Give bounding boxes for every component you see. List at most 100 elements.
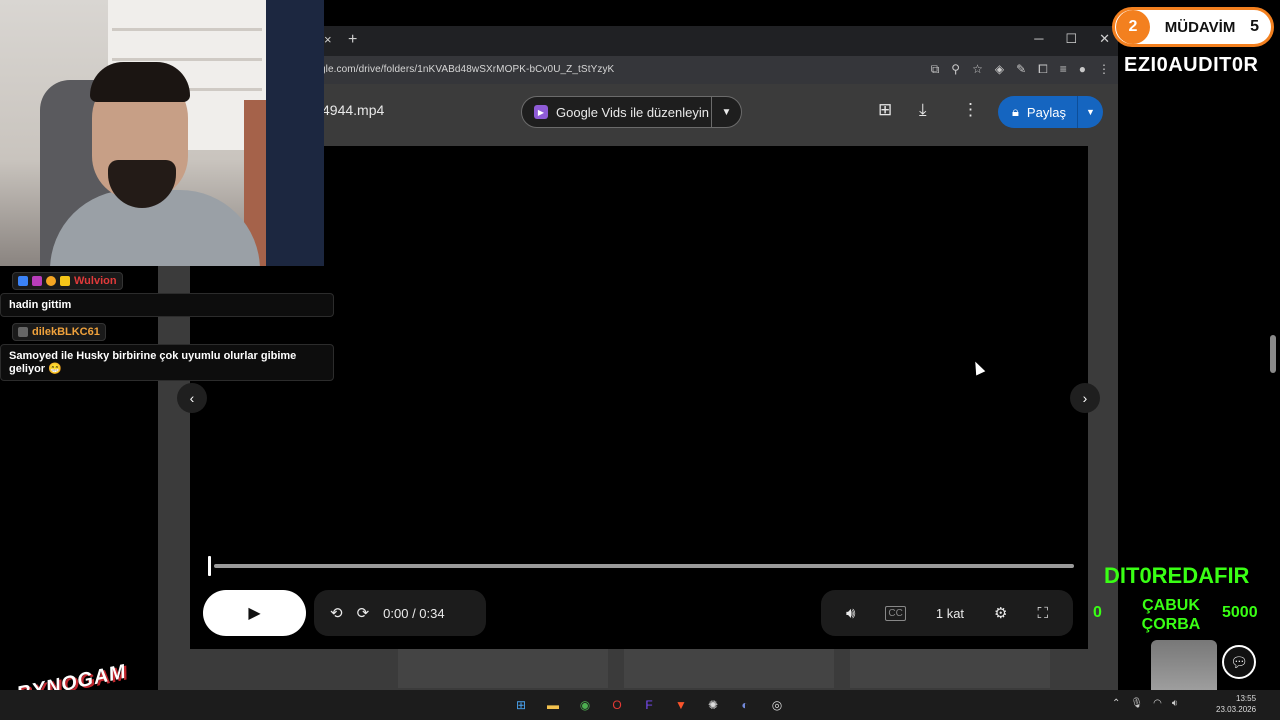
mudavim-count: 5 bbox=[1250, 18, 1259, 35]
mudavim-widget: 2 MÜDAVİM 5 bbox=[1112, 7, 1274, 47]
share-button[interactable]: 🔒︎ Paylaş ▼ bbox=[998, 96, 1103, 128]
close-window-icon[interactable]: ✕ bbox=[1099, 31, 1110, 47]
chat-user-tag: Wulvion bbox=[12, 272, 123, 290]
chat-username: dilekBLKC61 bbox=[32, 326, 100, 338]
auditor-name: EZI0AUDIT0R bbox=[1124, 54, 1259, 76]
profile-avatar-icon[interactable]: ● bbox=[1079, 62, 1086, 77]
screen: × + ─ ☐ ✕ gle.com/drive/folders/1nKVABd4… bbox=[0, 0, 1280, 720]
person-hair bbox=[90, 62, 190, 102]
new-tab-icon[interactable]: + bbox=[348, 31, 357, 49]
opera-icon[interactable]: O bbox=[606, 694, 628, 716]
file-thumbnail bbox=[398, 648, 608, 688]
chat-user-tag: dilekBLKC61 bbox=[12, 323, 106, 341]
chevron-down-icon[interactable]: ▼ bbox=[712, 107, 741, 118]
lock-icon: 🔒︎ bbox=[1012, 104, 1019, 119]
file-thumbnail bbox=[850, 648, 1050, 688]
browser-menu-icon[interactable]: ⋮ bbox=[1098, 62, 1110, 77]
taskbar: ⊞ ▬ ◉ O F ▼ ✺ ◐ ◎ ⌃ 🎙︎ ◠ 🔉︎ 13:55 23.03.… bbox=[0, 690, 1280, 720]
bookmark-star-icon[interactable]: ☆ bbox=[972, 62, 983, 77]
rewind-10-icon[interactable]: ⟲ bbox=[330, 604, 343, 622]
chat-overlay: Wulvion hadin gittim dilekBLKC61 Samoyed… bbox=[0, 272, 334, 387]
corba-left-value: 0 bbox=[1093, 604, 1102, 621]
volume-icon[interactable]: 🔊︎ bbox=[846, 605, 855, 622]
player-right-controls: 🔊︎ CC 1 kat ⚙ ⛶ bbox=[821, 590, 1073, 636]
download-icon[interactable]: ⤓ bbox=[919, 100, 927, 120]
next-file-button[interactable]: › bbox=[1070, 383, 1100, 413]
share-button-label: Paylaş bbox=[1026, 104, 1066, 120]
zoom-icon[interactable]: ⚲ bbox=[951, 62, 960, 77]
vids-logo-icon: ▶ bbox=[534, 105, 548, 119]
progress-track[interactable] bbox=[214, 564, 1074, 568]
badge-icon bbox=[18, 327, 28, 337]
badge-icon bbox=[60, 276, 70, 286]
windows-start-icon[interactable]: ⊞ bbox=[510, 694, 532, 716]
chat-message: Wulvion hadin gittim bbox=[0, 272, 334, 317]
discord-icon[interactable]: ◐ bbox=[734, 694, 756, 716]
window-controls: ─ ☐ ✕ bbox=[1034, 31, 1110, 47]
webcam-feed bbox=[0, 0, 324, 266]
chevron-down-icon[interactable]: ▼ bbox=[1078, 107, 1103, 117]
system-tray: ⌃ 🎙︎ ◠ 🔉︎ bbox=[1112, 698, 1178, 709]
more-options-icon[interactable]: ⋮ bbox=[962, 100, 979, 120]
brave-icon[interactable]: ▼ bbox=[670, 694, 692, 716]
puzzle-icon[interactable]: ⧠ bbox=[1038, 62, 1048, 77]
redafir-name: DIT0REDAFIR bbox=[1104, 563, 1250, 588]
install-icon[interactable]: ⧉ bbox=[931, 62, 940, 77]
obs-icon[interactable]: ◎ bbox=[766, 694, 788, 716]
chatgpt-icon[interactable]: ✺ bbox=[702, 694, 724, 716]
badge-icon bbox=[46, 276, 56, 286]
taskbar-clock[interactable]: 13:55 23.03.2026 bbox=[1216, 693, 1256, 715]
corba-right-value: 5000 bbox=[1222, 604, 1258, 621]
maximize-icon[interactable]: ☐ bbox=[1065, 31, 1077, 47]
captions-icon[interactable]: CC bbox=[885, 605, 906, 621]
corba-label: ÇABUK ÇORBA bbox=[1141, 597, 1201, 633]
pen-icon[interactable]: ✎ bbox=[1016, 62, 1026, 77]
google-vids-edit-button[interactable]: ▶ Google Vids ile düzenleyin ▼ bbox=[521, 96, 742, 128]
video-player[interactable] bbox=[190, 146, 1088, 649]
page-scrollbar[interactable] bbox=[1270, 335, 1276, 373]
settings-gear-icon[interactable]: ⚙ bbox=[994, 604, 1007, 622]
badge-icon bbox=[32, 276, 42, 286]
wifi-icon[interactable]: ◠ bbox=[1153, 698, 1162, 709]
time-display: 0:00 / 0:34 bbox=[383, 605, 445, 621]
tray-chevron-up-icon[interactable]: ⌃ bbox=[1112, 698, 1120, 709]
file-thumbnail bbox=[624, 648, 834, 688]
app-icon[interactable]: F bbox=[638, 694, 660, 716]
add-to-drive-icon[interactable]: ⊞ bbox=[878, 100, 892, 120]
file-explorer-icon[interactable]: ▬ bbox=[542, 694, 564, 716]
url-text[interactable]: gle.com/drive/folders/1nKVABd48wSXrMOPK-… bbox=[320, 64, 614, 75]
progress-handle[interactable] bbox=[208, 556, 211, 576]
chrome-icon[interactable]: ◉ bbox=[574, 694, 596, 716]
badge-icon bbox=[18, 276, 28, 286]
minimize-icon[interactable]: ─ bbox=[1034, 31, 1043, 47]
clock-time: 13:55 bbox=[1236, 694, 1257, 703]
share-main-part[interactable]: 🔒︎ Paylaş bbox=[998, 96, 1078, 128]
fullscreen-icon[interactable]: ⛶ bbox=[1037, 605, 1048, 622]
playback-speed[interactable]: 1 kat bbox=[936, 606, 964, 621]
chat-text: Samoyed ile Husky birbirine çok uyumlu o… bbox=[0, 344, 334, 381]
address-bar-icons: ⧉ ⚲ ☆ ◈ ✎ ⧠ ≡ ● ⋮ bbox=[931, 62, 1110, 77]
vids-main-part[interactable]: ▶ Google Vids ile düzenleyin bbox=[522, 97, 712, 127]
microphone-icon[interactable]: 🎙︎ bbox=[1130, 698, 1143, 709]
curtain bbox=[266, 0, 324, 266]
vids-button-label: Google Vids ile düzenleyin bbox=[556, 104, 709, 120]
seek-controls: ⟲ ⟳ 0:00 / 0:34 bbox=[314, 590, 486, 636]
chat-message: dilekBLKC61 Samoyed ile Husky birbirine … bbox=[0, 323, 334, 381]
clock-date: 23.03.2026 bbox=[1216, 705, 1257, 714]
mudavim-label: MÜDAVİM bbox=[1164, 18, 1236, 36]
shelf-row bbox=[112, 28, 262, 31]
chat-bubble-icon: 💬︎ bbox=[1222, 645, 1256, 679]
play-button[interactable]: ▶ bbox=[203, 590, 306, 636]
taskbar-apps: ⊞ ▬ ◉ O F ▼ ✺ ◐ ◎ bbox=[510, 694, 788, 716]
media-icon[interactable]: ≡ bbox=[1060, 62, 1067, 77]
mudavim-rank: 2 bbox=[1116, 10, 1150, 44]
tab-close-icon[interactable]: × bbox=[324, 32, 332, 47]
chat-username: Wulvion bbox=[74, 275, 117, 287]
play-icon: ▶ bbox=[248, 605, 261, 622]
previous-file-button[interactable]: ‹ bbox=[177, 383, 207, 413]
shelf-row bbox=[112, 58, 262, 61]
forward-10-icon[interactable]: ⟳ bbox=[357, 604, 370, 622]
extension-icon[interactable]: ◈ bbox=[995, 62, 1004, 77]
volume-tray-icon[interactable]: 🔉︎ bbox=[1172, 698, 1178, 709]
file-title: 4944.mp4 bbox=[322, 102, 385, 118]
